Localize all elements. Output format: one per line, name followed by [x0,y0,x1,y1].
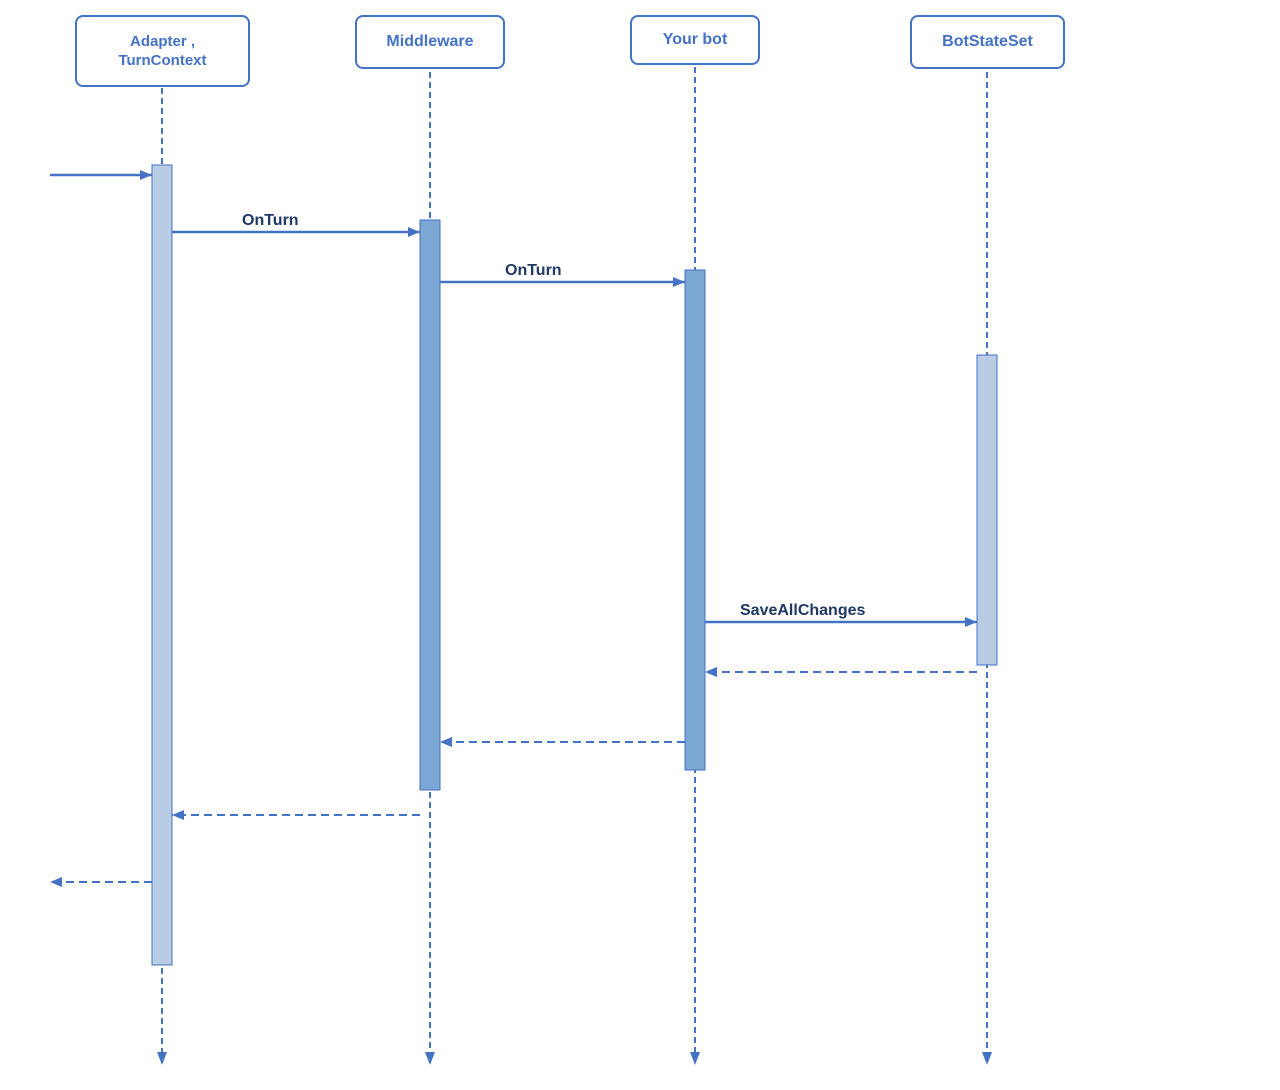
participant-botstateset: BotStateSet [910,15,1065,69]
onturn2-label: OnTurn [505,262,562,280]
saveallchanges-label: SaveAllChanges [740,602,865,620]
sequence-diagram: Adapter , TurnContext Middleware Your bo… [0,0,1280,1090]
participant-middleware: Middleware [355,15,505,69]
arrows-svg [0,0,1280,1090]
onturn1-label: OnTurn [242,212,299,230]
participant-adapter: Adapter , TurnContext [75,15,250,87]
participant-yourbot: Your bot [630,15,760,65]
